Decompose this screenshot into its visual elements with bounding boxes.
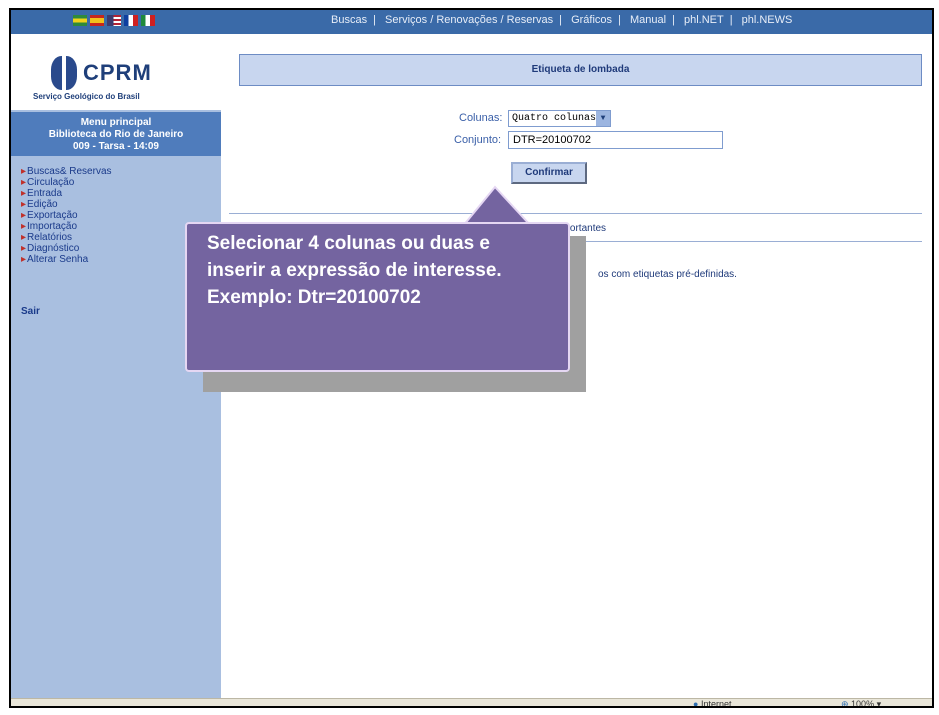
chevron-down-icon[interactable]: ▼	[596, 111, 610, 126]
nav-link-phlnews[interactable]: phl.NEWS	[742, 14, 793, 26]
logo-subtitle: Serviço Geológico do Brasil	[33, 92, 140, 101]
flag-usa-icon[interactable]	[107, 15, 121, 26]
nav-link-manual[interactable]: Manual	[630, 14, 666, 26]
flag-france-icon[interactable]	[124, 15, 138, 26]
confirm-button[interactable]: Confirmar	[511, 162, 587, 184]
menu-title: Menu principal	[80, 117, 152, 128]
divider	[229, 213, 922, 214]
zoom-level: 100%	[851, 699, 875, 708]
menu-header: Menu principal Biblioteca do Rio de Jane…	[11, 112, 221, 156]
sidebar-item-buscas-reservas[interactable]: Buscas& Reservas	[21, 166, 111, 177]
nav-link-graficos[interactable]: Gráficos	[571, 14, 612, 26]
logout-link[interactable]: Sair	[21, 306, 40, 317]
logo-area: CPRM Serviço Geológico do Brasil	[11, 34, 221, 110]
cprm-logo-icon	[51, 56, 77, 90]
nav-link-servicos[interactable]: Serviços / Renovações / Reservas	[385, 14, 553, 26]
colunas-selected-value: Quatro colunas	[512, 113, 597, 124]
instruction-callout: Selecionar 4 colunas ou duas e inserir a…	[185, 222, 570, 372]
logo-text: CPRM	[83, 60, 152, 85]
flag-spain-icon[interactable]	[90, 15, 104, 26]
zoom-control[interactable]: ⊕ 100% ▾	[841, 699, 881, 708]
sidebar-item-entrada[interactable]: Entrada	[21, 188, 112, 199]
session-info: 009 - Tarsa - 14:09	[73, 141, 159, 152]
top-nav-links: Buscas | Serviços / Renovações / Reservas…	[331, 14, 793, 26]
sidebar-item-circulacao[interactable]: Circulação	[21, 177, 112, 188]
nav-link-phlnet[interactable]: phl.NET	[684, 14, 724, 26]
colunas-label: Colunas:	[459, 112, 503, 124]
conjunto-label: Conjunto:	[454, 134, 502, 146]
nav-link-buscas[interactable]: Buscas	[331, 14, 367, 26]
sidebar-item-relatorios[interactable]: Relatórios	[21, 232, 112, 243]
flag-brazil-icon[interactable]	[73, 15, 87, 26]
page-title: Etiqueta de lombada	[239, 54, 922, 86]
top-nav-bar: Buscas | Serviços / Renovações / Reservas…	[11, 10, 932, 34]
sidebar-item-exportacao[interactable]: Exportação	[21, 210, 112, 221]
main-menu: Buscas& Reservas Circulação Entrada Ediç…	[21, 166, 112, 265]
status-bar: ● Internet ⊕ 100% ▾	[11, 698, 932, 708]
tips-text: os com etiquetas pré-definidas.	[598, 269, 737, 280]
sidebar-item-alterar-senha[interactable]: Alterar Senha	[21, 254, 112, 265]
language-flags	[73, 15, 155, 26]
library-name: Biblioteca do Rio de Janeiro	[48, 129, 184, 140]
sidebar-item-diagnostico[interactable]: Diagnóstico	[21, 243, 112, 254]
colunas-select[interactable]: Quatro colunas ▼	[508, 110, 611, 127]
globe-icon: ●	[693, 699, 701, 708]
sidebar-item-edicao[interactable]: Edição	[21, 199, 112, 210]
conjunto-input[interactable]: DTR=20100702	[508, 131, 723, 149]
zoom-icon: ⊕	[841, 699, 852, 708]
status-zone-text: Internet	[700, 699, 732, 708]
flag-italy-icon[interactable]	[141, 15, 155, 26]
status-zone: ● Internet	[693, 699, 732, 708]
sidebar-item-importacao[interactable]: Importação	[21, 221, 112, 232]
